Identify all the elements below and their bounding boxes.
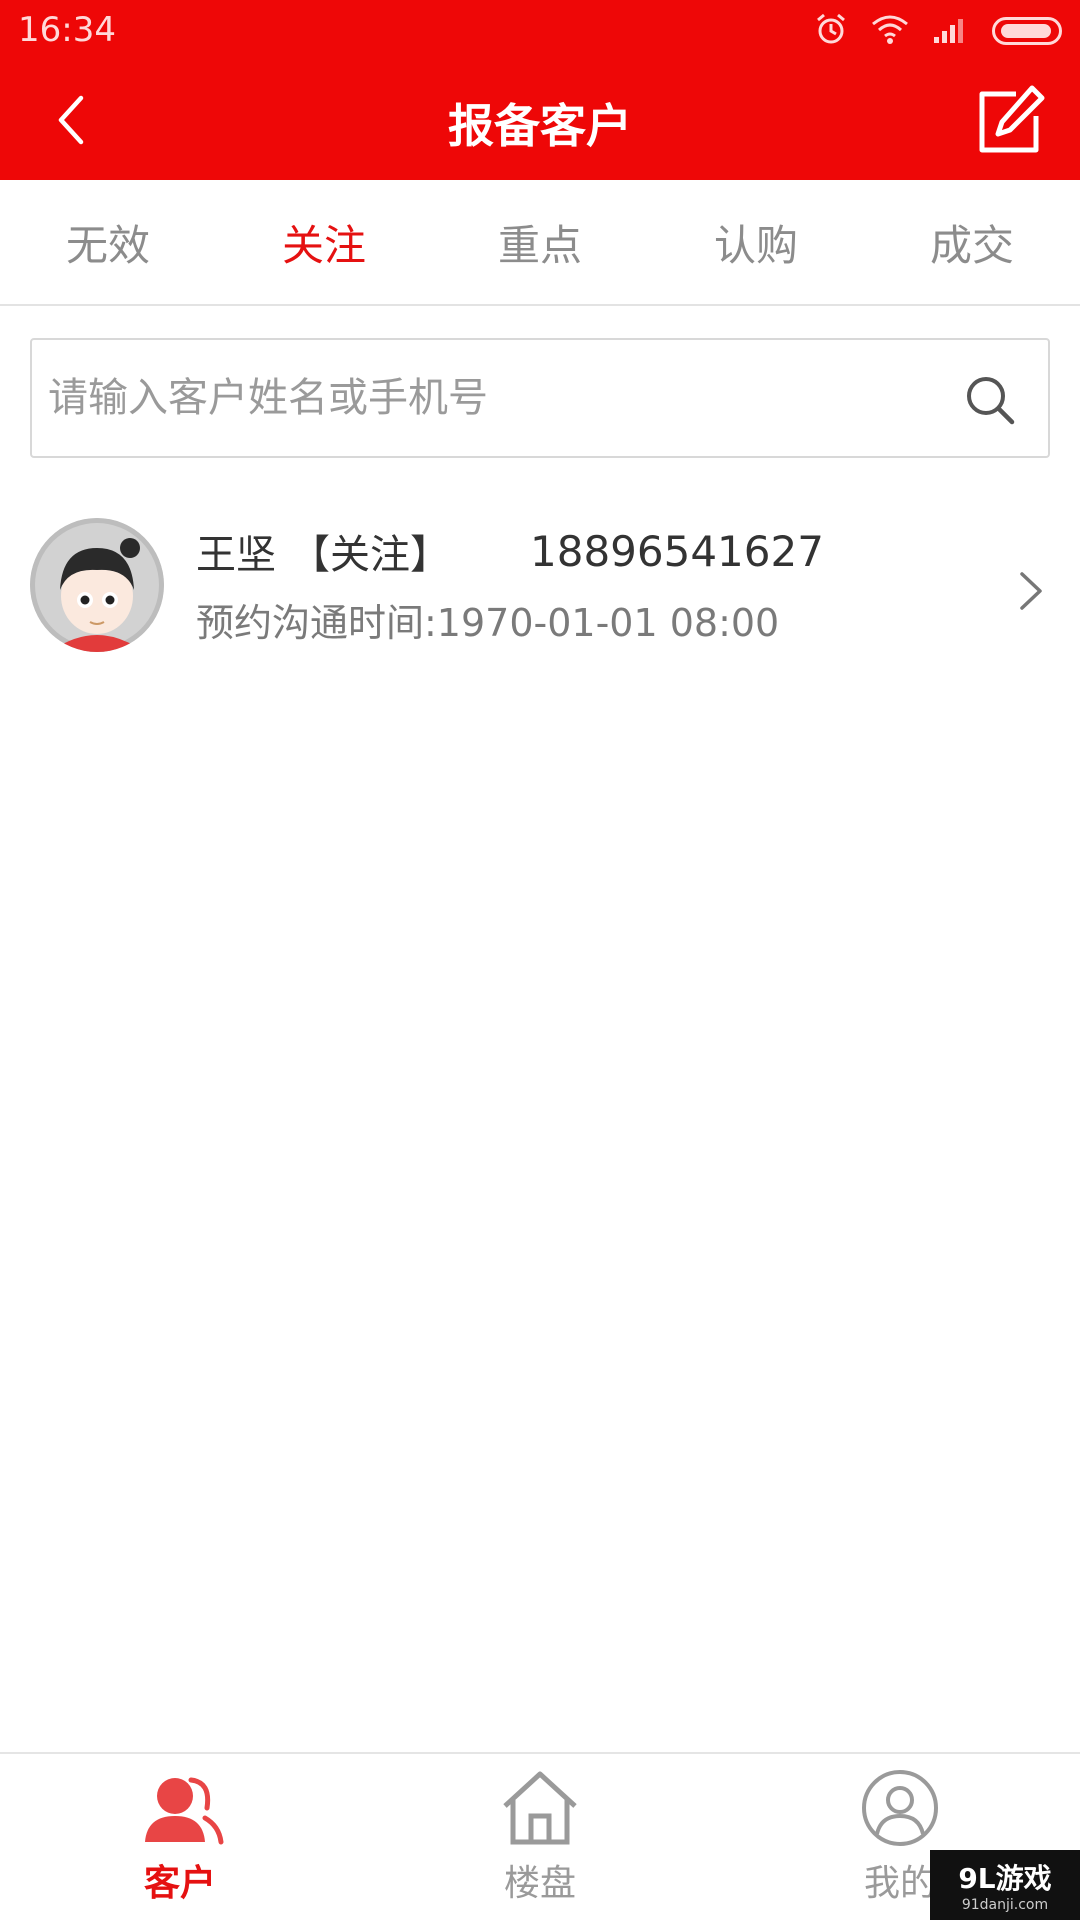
customer-list: 王坚 【关注】 18896541627 预约沟通时间:1970-01-01 08… xyxy=(0,510,1080,660)
status-time: 16:34 xyxy=(18,10,116,50)
customer-name-line: 王坚 【关注】 18896541627 xyxy=(196,522,824,580)
status-icons xyxy=(814,12,1062,50)
signal-icon xyxy=(932,15,970,47)
building-icon xyxy=(503,1771,577,1845)
search-input[interactable] xyxy=(46,358,946,438)
status-tabs: 无效 关注 重点 认购 成交 xyxy=(0,180,1080,306)
nav-buildings[interactable]: 楼盘 xyxy=(420,1768,660,1906)
wifi-icon xyxy=(870,13,910,49)
tab-subscribe[interactable]: 认购 xyxy=(656,212,856,273)
avatar xyxy=(30,518,164,652)
status-bar: 16:34 xyxy=(0,0,1080,60)
edit-icon xyxy=(979,85,1045,153)
contact-time: 预约沟通时间:1970-01-01 08:00 xyxy=(196,601,780,645)
customer-status-tag: 【关注】 xyxy=(290,532,450,578)
profile-icon xyxy=(862,1770,938,1846)
customers-icon xyxy=(145,1777,224,1845)
watermark-main: 9L游戏 xyxy=(958,1862,1052,1895)
title-bar: 报备客户 xyxy=(0,60,1080,180)
bottom-nav: 客户 楼盘 我的 xyxy=(0,1752,1080,1920)
tab-deal[interactable]: 成交 xyxy=(872,212,1072,273)
nav-customers[interactable]: 客户 xyxy=(60,1768,300,1906)
page-title: 报备客户 xyxy=(448,99,632,153)
customer-phone: 18896541627 xyxy=(530,526,824,576)
tab-follow[interactable]: 关注 xyxy=(224,212,424,273)
battery-icon xyxy=(992,17,1062,45)
watermark-sub: 91danji.com xyxy=(961,1897,1049,1913)
nav-customers-label: 客户 xyxy=(143,1863,216,1904)
watermark: 9L游戏 91danji.com xyxy=(930,1850,1080,1920)
edit-button[interactable] xyxy=(972,84,1046,158)
alarm-icon xyxy=(814,12,848,50)
search-icon[interactable] xyxy=(962,372,1018,428)
chevron-right-icon xyxy=(1010,568,1050,614)
customer-list-item[interactable]: 王坚 【关注】 18896541627 预约沟通时间:1970-01-01 08… xyxy=(0,510,1080,660)
tab-key[interactable]: 重点 xyxy=(440,212,640,273)
customer-name: 王坚 xyxy=(196,532,276,578)
nav-buildings-label: 楼盘 xyxy=(503,1863,576,1904)
search-box xyxy=(30,338,1050,458)
top-bar: 16:34 报备客户 xyxy=(0,0,1080,180)
tab-invalid[interactable]: 无效 xyxy=(8,212,208,273)
